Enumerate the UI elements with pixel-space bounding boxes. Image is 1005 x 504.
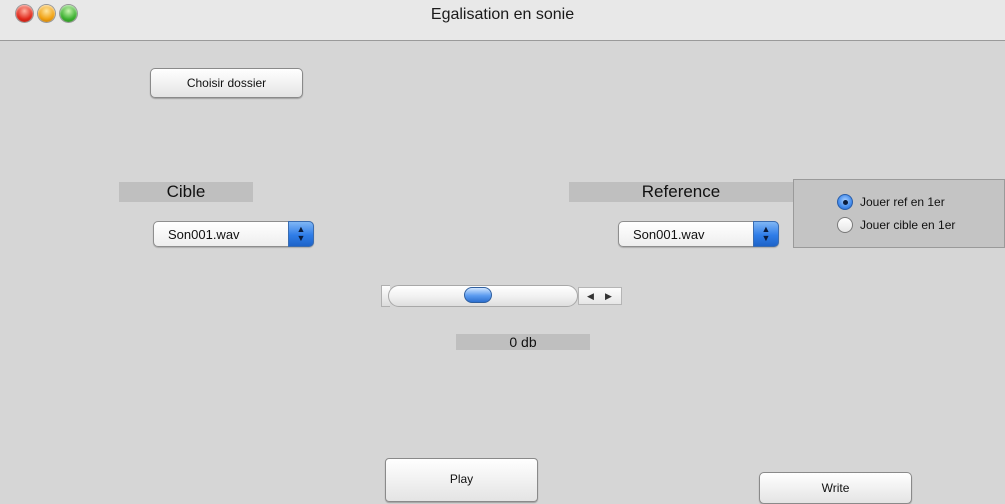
gain-stepper[interactable]: ◀ ▶ <box>578 287 622 305</box>
target-file-value: Son001.wav <box>168 227 240 242</box>
app-window: Egalisation en sonie Choisir dossier Cib… <box>0 0 1005 504</box>
gain-value-display: 0 db <box>456 334 590 350</box>
play-order-panel: Jouer ref en 1er Jouer cible en 1er <box>793 179 1005 248</box>
stepper-left-icon[interactable]: ◀ <box>587 291 594 302</box>
radio-label-ref-first: Jouer ref en 1er <box>860 195 945 209</box>
stepper-right-icon[interactable]: ▶ <box>605 291 612 302</box>
reference-file-select[interactable]: Son001.wav ▲ ▼ <box>618 221 779 247</box>
play-button[interactable]: Play <box>385 458 538 502</box>
write-button[interactable]: Write <box>759 472 912 504</box>
popup-arrows-icon: ▲ ▼ <box>753 221 779 247</box>
choose-folder-button[interactable]: Choisir dossier <box>150 68 303 98</box>
window-title: Egalisation en sonie <box>430 6 575 23</box>
target-file-select[interactable]: Son001.wav ▲ ▼ <box>153 221 314 247</box>
radio-label-target-first: Jouer cible en 1er <box>860 218 956 232</box>
target-label: Cible <box>119 182 253 202</box>
radio-play-ref-first[interactable] <box>837 194 853 210</box>
gain-slider-thumb[interactable] <box>464 287 492 303</box>
reference-label: Reference <box>569 182 793 202</box>
title-bar: Egalisation en sonie <box>0 0 1005 41</box>
popup-arrows-icon: ▲ ▼ <box>288 221 314 247</box>
radio-play-target-first[interactable] <box>837 217 853 233</box>
reference-file-value: Son001.wav <box>633 227 705 242</box>
